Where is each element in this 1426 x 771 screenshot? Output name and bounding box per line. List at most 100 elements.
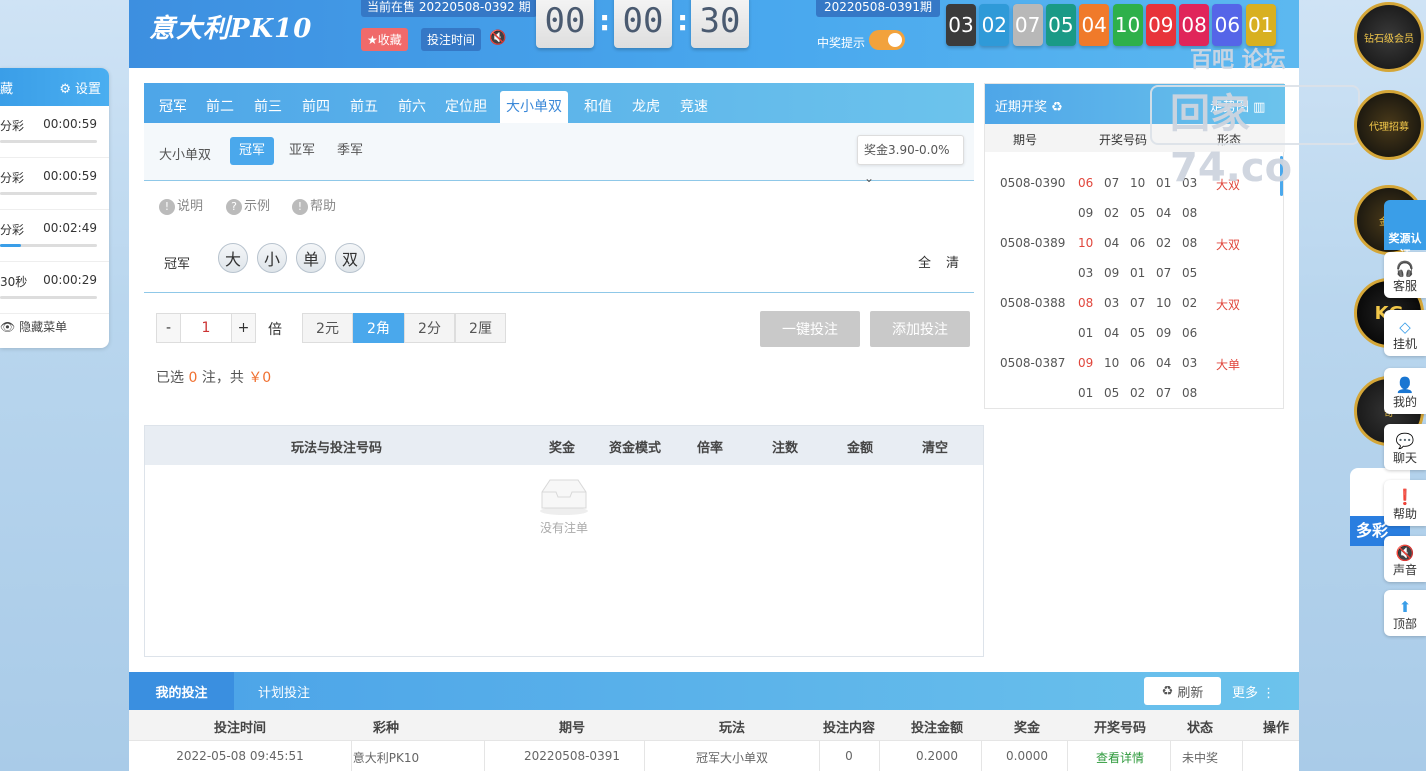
side-button-3[interactable]: 💬 聊天	[1384, 424, 1426, 470]
sub-tab-second[interactable]: 亚军	[280, 137, 324, 165]
tab-play-7[interactable]: 大小单双	[500, 91, 568, 123]
multiplier-input[interactable]: 1	[180, 313, 232, 343]
favorite-button[interactable]: ★收藏	[361, 28, 408, 51]
odds-select[interactable]: 奖金3.90-0.0% ⌄	[857, 135, 964, 185]
tab-play-10[interactable]: 竞速	[674, 91, 714, 123]
pick-small-button[interactable]: 小	[257, 243, 287, 273]
tab-play-1[interactable]: 前二	[200, 91, 240, 123]
timer-row[interactable]: 分彩 00:00:59	[0, 106, 109, 158]
draw-number: 04	[1104, 236, 1120, 250]
clear-button[interactable]: 清	[946, 252, 959, 271]
multiplier-plus[interactable]: +	[231, 313, 256, 343]
sub-play-label: 大小单双	[159, 148, 212, 163]
draw-ball: 04	[1079, 4, 1110, 46]
side-button-2[interactable]: 👤 我的	[1384, 368, 1426, 414]
add-bet-button[interactable]: 添加投注	[870, 311, 970, 347]
hide-menu-button[interactable]: 👁 隐藏菜单	[0, 318, 67, 335]
settings-button[interactable]: ⚙ 设置	[59, 78, 101, 97]
side-button-0[interactable]: 🎧 客服	[1384, 252, 1426, 298]
tab-my-bets[interactable]: 我的投注	[129, 672, 234, 710]
view-detail-link[interactable]: 查看详情	[1096, 749, 1144, 766]
bet-slip-header: 玩法与投注号码 奖金 资金模式 倍率 注数 金额 清空	[145, 426, 983, 465]
help-link[interactable]: ! 帮助	[292, 195, 336, 215]
draw-number: 02	[1130, 386, 1146, 400]
one-click-bet-button[interactable]: 一键投注	[760, 311, 860, 347]
lottery-name: 分彩	[0, 119, 25, 133]
unit-yuan[interactable]: 2元	[302, 313, 353, 343]
bet-record-row[interactable]: 2022-05-08 09:45:51 意大利PK10 20220508-0391 冠…	[129, 740, 1299, 771]
side-button-label: 挂机	[1392, 337, 1417, 351]
record-col-2: 期号	[558, 721, 586, 736]
draw-ball: 05	[1045, 4, 1076, 46]
tab-play-6[interactable]: 定位胆	[439, 91, 493, 123]
draw-number: 08	[1182, 236, 1198, 250]
draw-issue: 0508-0389	[1000, 236, 1066, 250]
pick-big-button[interactable]: 大	[218, 243, 248, 273]
pick-even-button[interactable]: 双	[335, 243, 365, 273]
bet-slip-table: 玩法与投注号码 奖金 资金模式 倍率 注数 金额 清空 没有注单	[144, 425, 984, 657]
draw-shape: 大单	[1216, 358, 1241, 372]
draw-number: 07	[1104, 176, 1120, 190]
source-cert-badge[interactable]: 奖源认证	[1384, 200, 1426, 261]
diamond-icon: ◇	[1399, 318, 1411, 336]
draw-number: 10	[1104, 356, 1120, 370]
tab-play-4[interactable]: 前五	[344, 91, 384, 123]
bet-time-button[interactable]: 投注时间	[421, 28, 482, 51]
unit-jiao[interactable]: 2角	[353, 313, 404, 343]
vip-badge[interactable]: 钻石级会员	[1354, 2, 1424, 72]
game-logo: 意大利PK10	[149, 14, 313, 44]
countdown-seconds: 30	[691, 0, 749, 48]
sub-tab-champion[interactable]: 冠军	[230, 137, 275, 165]
watermark: 回家74.co	[1150, 85, 1360, 191]
refresh-icon[interactable]: ♻	[1051, 100, 1063, 115]
side-button-5[interactable]: 🔇 声音	[1384, 536, 1426, 582]
clear-all-button[interactable]: 清空	[922, 437, 948, 456]
record-col-8: 状态	[1186, 721, 1214, 736]
info-icon: !	[159, 199, 175, 215]
draw-number: 04	[1104, 326, 1120, 340]
sub-play-row: 大小单双 冠军 亚军 季军 奖金3.90-0.0% ⌄	[144, 123, 974, 185]
user-icon: 👤	[1395, 376, 1415, 394]
pick-odd-button[interactable]: 单	[296, 243, 326, 273]
example-link[interactable]: ? 示例	[226, 195, 270, 215]
tab-plan-bets[interactable]: 计划投注	[258, 682, 310, 701]
select-all-button[interactable]: 全	[918, 252, 931, 271]
timer-row[interactable]: 分彩 00:00:59	[0, 158, 109, 210]
record-col-4: 投注内容	[822, 721, 876, 736]
tab-play-3[interactable]: 前四	[296, 91, 336, 123]
countdown-time: 00:00:29	[43, 273, 97, 287]
side-button-6[interactable]: ⬆ 顶部	[1384, 590, 1426, 636]
tab-play-5[interactable]: 前六	[392, 91, 432, 123]
record-col-1: 彩种	[372, 721, 400, 736]
col-multiplier: 倍率	[697, 441, 724, 456]
unit-li[interactable]: 2厘	[455, 313, 506, 343]
draw-number: 10	[1156, 296, 1172, 310]
collect-label[interactable]: 藏	[0, 78, 13, 97]
empty-box-icon	[540, 479, 588, 515]
tab-play-2[interactable]: 前三	[248, 91, 288, 123]
side-button-label: 聊天	[1392, 451, 1417, 465]
countdown-minutes: 00	[614, 0, 672, 48]
win-tip-toggle[interactable]	[869, 30, 905, 50]
mute-icon[interactable]: 🔇	[489, 30, 506, 46]
side-button-4[interactable]: ❗ 帮助	[1384, 480, 1426, 526]
gear-icon: ⚙	[59, 81, 71, 97]
tab-play-8[interactable]: 和值	[578, 91, 618, 123]
sub-tab-third[interactable]: 季军	[328, 137, 372, 165]
side-button-label: 帮助	[1392, 507, 1417, 521]
unit-fen[interactable]: 2分	[404, 313, 455, 343]
timer-row[interactable]: 分彩 00:02:49	[0, 210, 109, 262]
chat-icon: 💬	[1395, 432, 1415, 450]
side-button-1[interactable]: ◇ 挂机	[1384, 310, 1426, 356]
more-button[interactable]: 更多 ⋮	[1232, 682, 1275, 701]
column-divider	[879, 741, 880, 771]
draw-ball: 02	[979, 4, 1010, 46]
agent-badge[interactable]: 代理招募	[1354, 90, 1424, 160]
timer-row[interactable]: 30秒 00:00:29	[0, 262, 109, 314]
tab-play-0[interactable]: 冠军	[153, 91, 193, 123]
multiplier-minus[interactable]: -	[156, 313, 181, 343]
rules-link[interactable]: ! 说明	[159, 195, 203, 215]
bet-records-header: 投注时间 彩种 期号 玩法 投注内容 投注金额 奖金 开奖号码 状态 操作	[129, 710, 1299, 740]
tab-play-9[interactable]: 龙虎	[626, 91, 666, 123]
refresh-button[interactable]: ♻ 刷新	[1144, 677, 1221, 705]
